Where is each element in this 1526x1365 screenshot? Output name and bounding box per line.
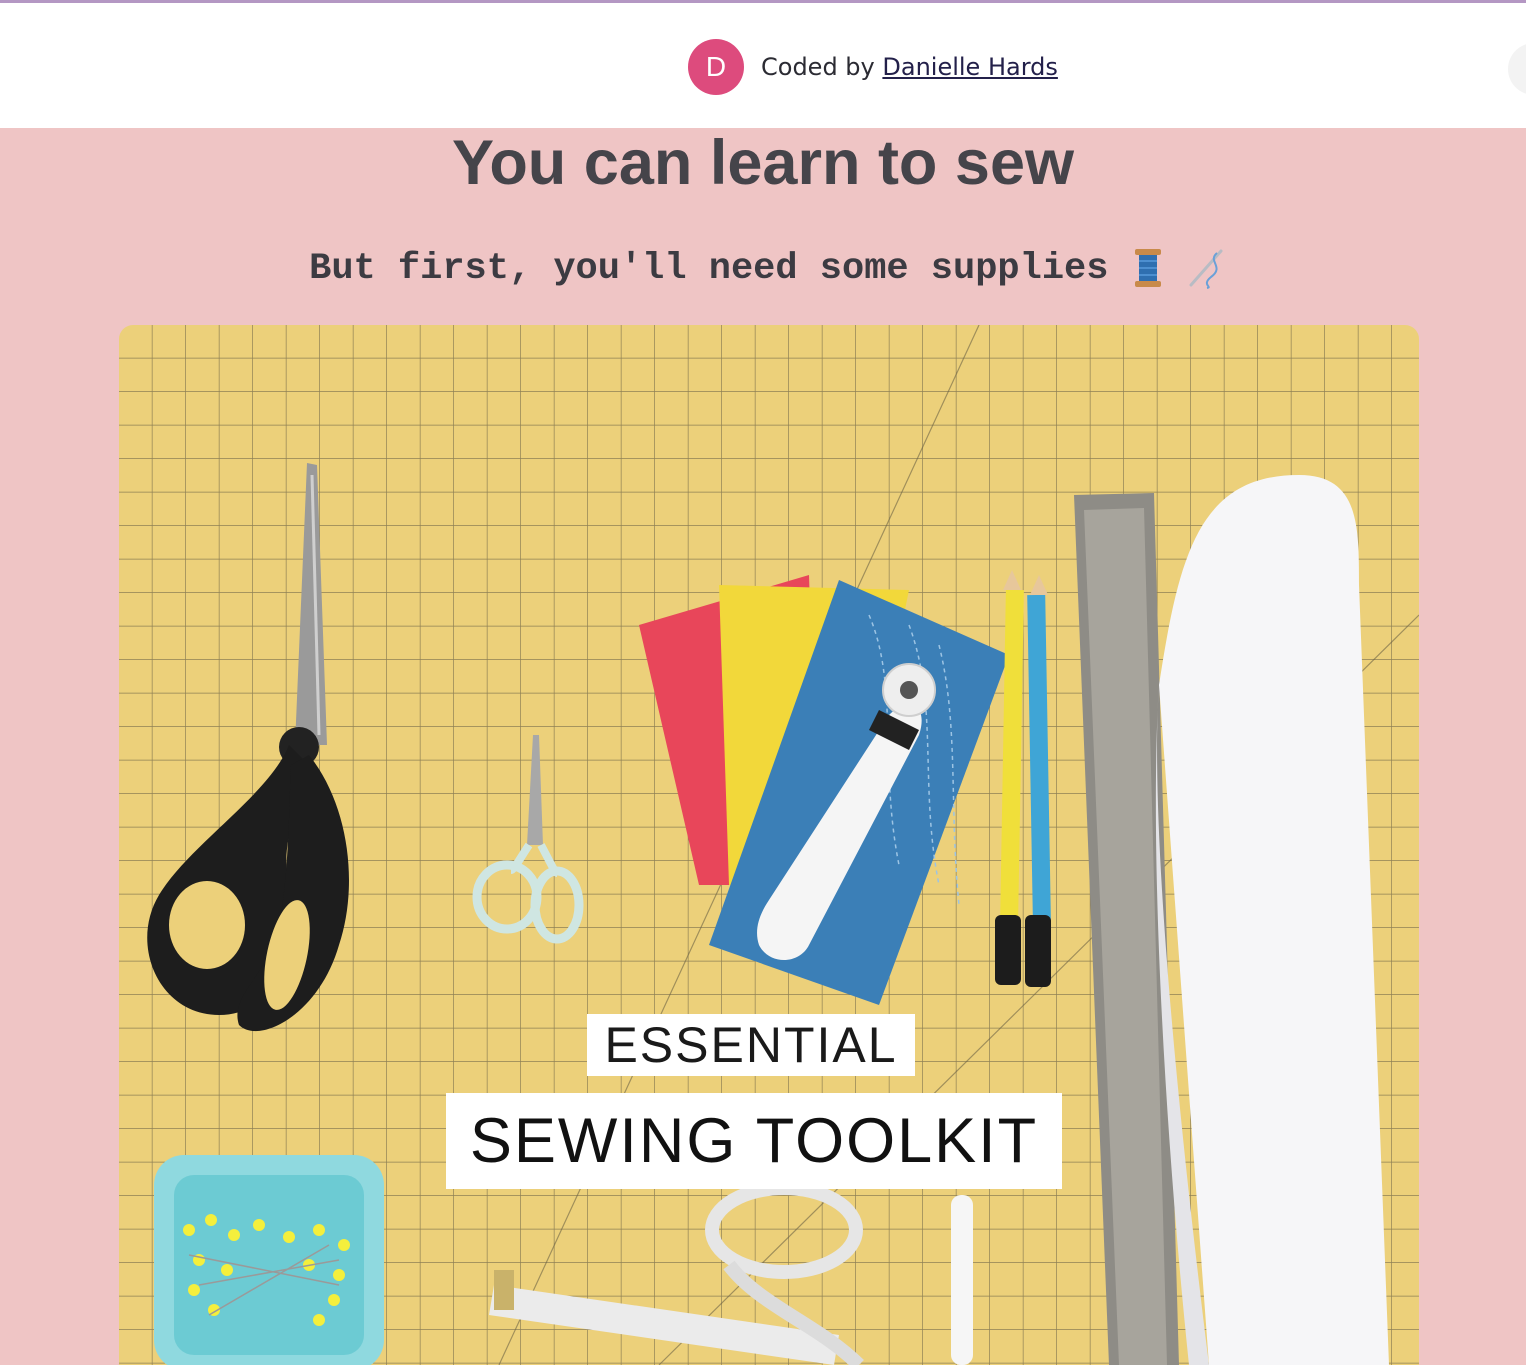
needle-and-thread-icon xyxy=(1189,249,1223,290)
spool-of-thread-icon xyxy=(1134,249,1161,288)
author-link[interactable]: Danielle Hards xyxy=(882,53,1058,81)
edge-button[interactable] xyxy=(1508,43,1526,95)
pin-cushion xyxy=(154,1155,384,1365)
page-header: D Coded by Danielle Hards xyxy=(0,3,1526,128)
author-credit: D Coded by Danielle Hards xyxy=(688,38,1058,96)
page-title: You can learn to sew xyxy=(451,128,1074,198)
subtitle-text: But first, you'll need some supplies xyxy=(309,248,1109,290)
toolkit-label-line-2: SEWING TOOLKIT xyxy=(446,1093,1062,1189)
author-avatar: D xyxy=(688,39,744,95)
seam-ripper xyxy=(951,1195,973,1365)
paper-roll xyxy=(1155,475,1389,1365)
sewing-toolkit-image: ESSENTIAL SEWING TOOLKIT xyxy=(119,325,1419,1365)
coded-by-prefix: Coded by xyxy=(761,53,875,81)
coded-by-text: Coded by Danielle Hards xyxy=(761,53,1058,81)
page-subtitle: But first, you'll need some supplies xyxy=(0,245,1526,293)
toolkit-label-line-1: ESSENTIAL xyxy=(587,1014,915,1076)
